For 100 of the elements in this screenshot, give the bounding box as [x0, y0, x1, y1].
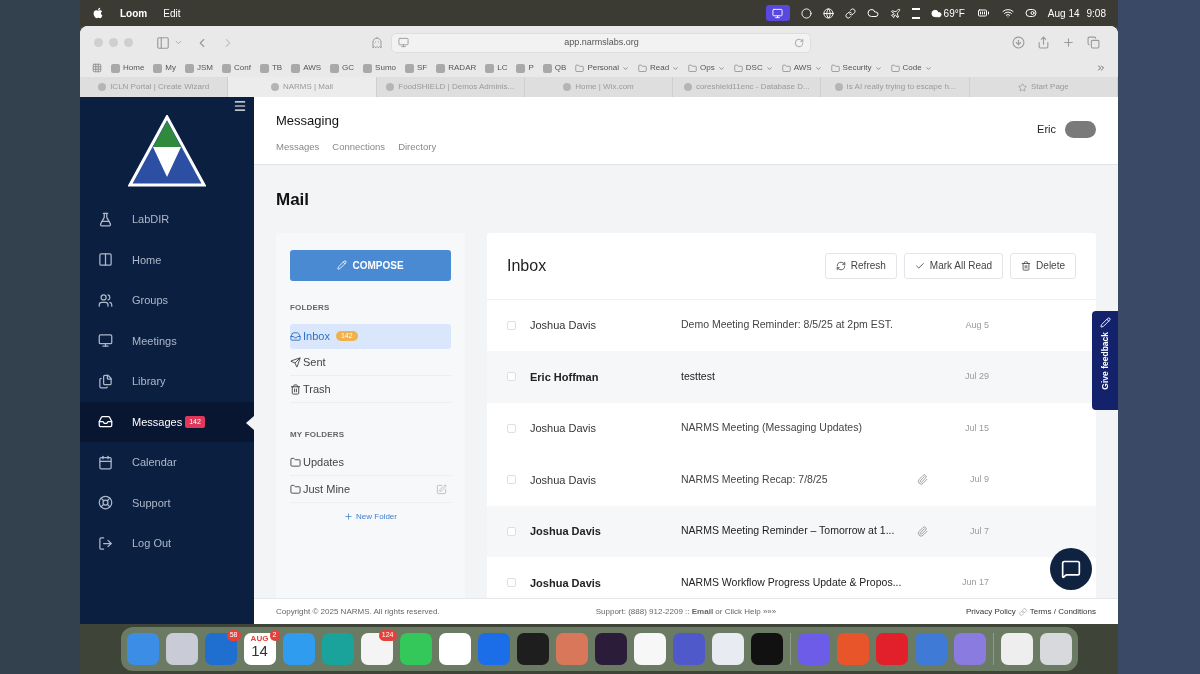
- bookmark-link[interactable]: SF: [405, 62, 428, 74]
- app-icon[interactable]: [750, 633, 783, 665]
- bookmark-link[interactable]: TB: [259, 62, 283, 74]
- toolbar-button[interactable]: Mark All Read: [903, 252, 1004, 279]
- feedback-tab[interactable]: Give feedback: [1092, 311, 1118, 410]
- bookmark-link[interactable]: My: [153, 62, 176, 74]
- new-tab-icon[interactable]: [1062, 36, 1075, 49]
- download-icon[interactable]: [1012, 36, 1025, 49]
- app-icon[interactable]: [711, 633, 744, 665]
- address-field[interactable]: app.narmslabs.org: [391, 32, 811, 53]
- menu-item[interactable]: Edit: [163, 5, 181, 21]
- nav-item[interactable]: Home: [80, 239, 254, 280]
- app-icon[interactable]: [1039, 633, 1072, 665]
- menu-date[interactable]: Aug 14: [1047, 5, 1080, 21]
- checkbox[interactable]: [507, 423, 516, 433]
- bookmark-folder[interactable]: AWS: [781, 62, 822, 74]
- app-icon[interactable]: [399, 633, 432, 665]
- chevron-down-icon: [717, 64, 725, 72]
- sender-text: Joshua Davis: [530, 318, 598, 333]
- apps-grid-icon[interactable]: [92, 63, 102, 73]
- favicon-icon: [291, 63, 301, 73]
- more-bookmarks-icon[interactable]: [1096, 63, 1106, 73]
- inbox-icon: [98, 414, 113, 430]
- app-icon[interactable]: [516, 633, 549, 665]
- privacy-icon[interactable]: [371, 36, 383, 49]
- toolbar-button[interactable]: Refresh: [824, 252, 897, 279]
- bookmark-link[interactable]: P: [516, 62, 534, 74]
- wifi-icon[interactable]: [1001, 7, 1014, 19]
- bookmark-link[interactable]: RADAR: [436, 62, 477, 74]
- site-settings-icon[interactable]: [398, 37, 409, 48]
- bookmark-link[interactable]: LC: [485, 62, 508, 74]
- chevron-down-icon: [765, 64, 773, 72]
- nav-item[interactable]: Support: [80, 482, 254, 523]
- globe-icon[interactable]: [822, 7, 834, 19]
- section-title: Messaging: [276, 112, 340, 130]
- menu-app-name[interactable]: Loom: [120, 5, 148, 21]
- bookmark-link[interactable]: JSM: [185, 62, 213, 74]
- bookmark-link[interactable]: QB: [542, 62, 567, 74]
- folder-item[interactable]: Trash: [290, 377, 451, 403]
- circle-icon[interactable]: [800, 7, 812, 19]
- toolbar-button[interactable]: Delete: [1010, 252, 1076, 279]
- battery-icon[interactable]: [975, 7, 991, 19]
- compose-button[interactable]: COMPOSE: [290, 249, 451, 281]
- bookmark-folder[interactable]: Security: [830, 62, 882, 74]
- bookmark-folder[interactable]: Read: [637, 62, 680, 74]
- date-text: Jul 15: [963, 421, 989, 435]
- control-center-icon[interactable]: [1024, 7, 1037, 19]
- plane-icon[interactable]: [889, 7, 901, 19]
- link-icon[interactable]: [844, 7, 856, 19]
- apple-icon[interactable]: [92, 7, 104, 19]
- folder-icon: [575, 63, 585, 73]
- bookmark-folder[interactable]: Ops: [688, 62, 725, 74]
- checkbox[interactable]: [507, 578, 516, 588]
- menu-time[interactable]: 9:08: [1086, 5, 1106, 21]
- bookmark-link[interactable]: Conf: [222, 62, 251, 74]
- nav-item[interactable]: Library: [80, 361, 254, 402]
- nav-item[interactable]: Meetings: [80, 320, 254, 361]
- avatar[interactable]: [1065, 120, 1096, 138]
- checkbox[interactable]: [507, 372, 516, 382]
- screen-recorder-icon[interactable]: [765, 5, 790, 21]
- check-icon: [914, 260, 925, 271]
- checkbox[interactable]: [507, 526, 516, 536]
- checkbox[interactable]: [507, 475, 516, 485]
- folder-item[interactable]: Just Mine: [290, 477, 451, 503]
- nav-item[interactable]: LabDIR: [80, 199, 254, 240]
- message-row[interactable]: Joshua Davis NARMS Meeting Reminder – Tomorrow at 1... Jul 7: [487, 505, 1096, 557]
- folder-item[interactable]: Sent: [290, 350, 451, 376]
- chevron-down-icon[interactable]: [174, 38, 183, 47]
- subnav-link[interactable]: Messages: [276, 139, 320, 154]
- bookmark-link[interactable]: GC: [330, 62, 355, 74]
- tab-overview-icon[interactable]: [1087, 36, 1100, 49]
- footer-link[interactable]: Terms / Conditions: [1029, 605, 1096, 618]
- folder-item[interactable]: Updates: [290, 450, 451, 476]
- sidebar-toggle-icon[interactable]: [156, 35, 170, 50]
- subnav-link[interactable]: Directory: [398, 139, 437, 154]
- bookmark-folder[interactable]: Personal: [575, 62, 629, 74]
- app-icon[interactable]: [1000, 633, 1033, 665]
- reload-icon[interactable]: [794, 37, 804, 48]
- nav-item[interactable]: Calendar: [80, 442, 254, 483]
- app-icon[interactable]: [633, 633, 666, 665]
- app-icon[interactable]: [438, 633, 471, 665]
- bookmark-folder[interactable]: DSC: [733, 62, 773, 74]
- bookmark-link[interactable]: Home: [111, 62, 145, 74]
- subnav-link[interactable]: Connections: [332, 139, 386, 154]
- new-folder-link[interactable]: New Folder: [344, 510, 397, 523]
- footer-link[interactable]: Privacy Policy: [965, 605, 1016, 618]
- nav-item[interactable]: Groups: [80, 280, 254, 321]
- chevron-down-icon: [814, 64, 822, 72]
- nav-item[interactable]: Log Out: [80, 523, 254, 564]
- app-icon[interactable]: [165, 633, 198, 665]
- app-icon[interactable]: [594, 633, 627, 665]
- bookmark-link[interactable]: Sumo: [363, 62, 396, 74]
- edit-icon[interactable]: [436, 484, 447, 495]
- checkbox[interactable]: [507, 320, 516, 330]
- share-icon[interactable]: [1037, 36, 1050, 49]
- weather-text[interactable]: 69°F: [943, 5, 965, 21]
- bookmark-folder[interactable]: Code: [890, 62, 932, 74]
- bookmark-link[interactable]: AWS: [291, 62, 322, 74]
- cloud-icon[interactable]: [866, 7, 879, 19]
- weather-icon[interactable]: [930, 7, 942, 19]
